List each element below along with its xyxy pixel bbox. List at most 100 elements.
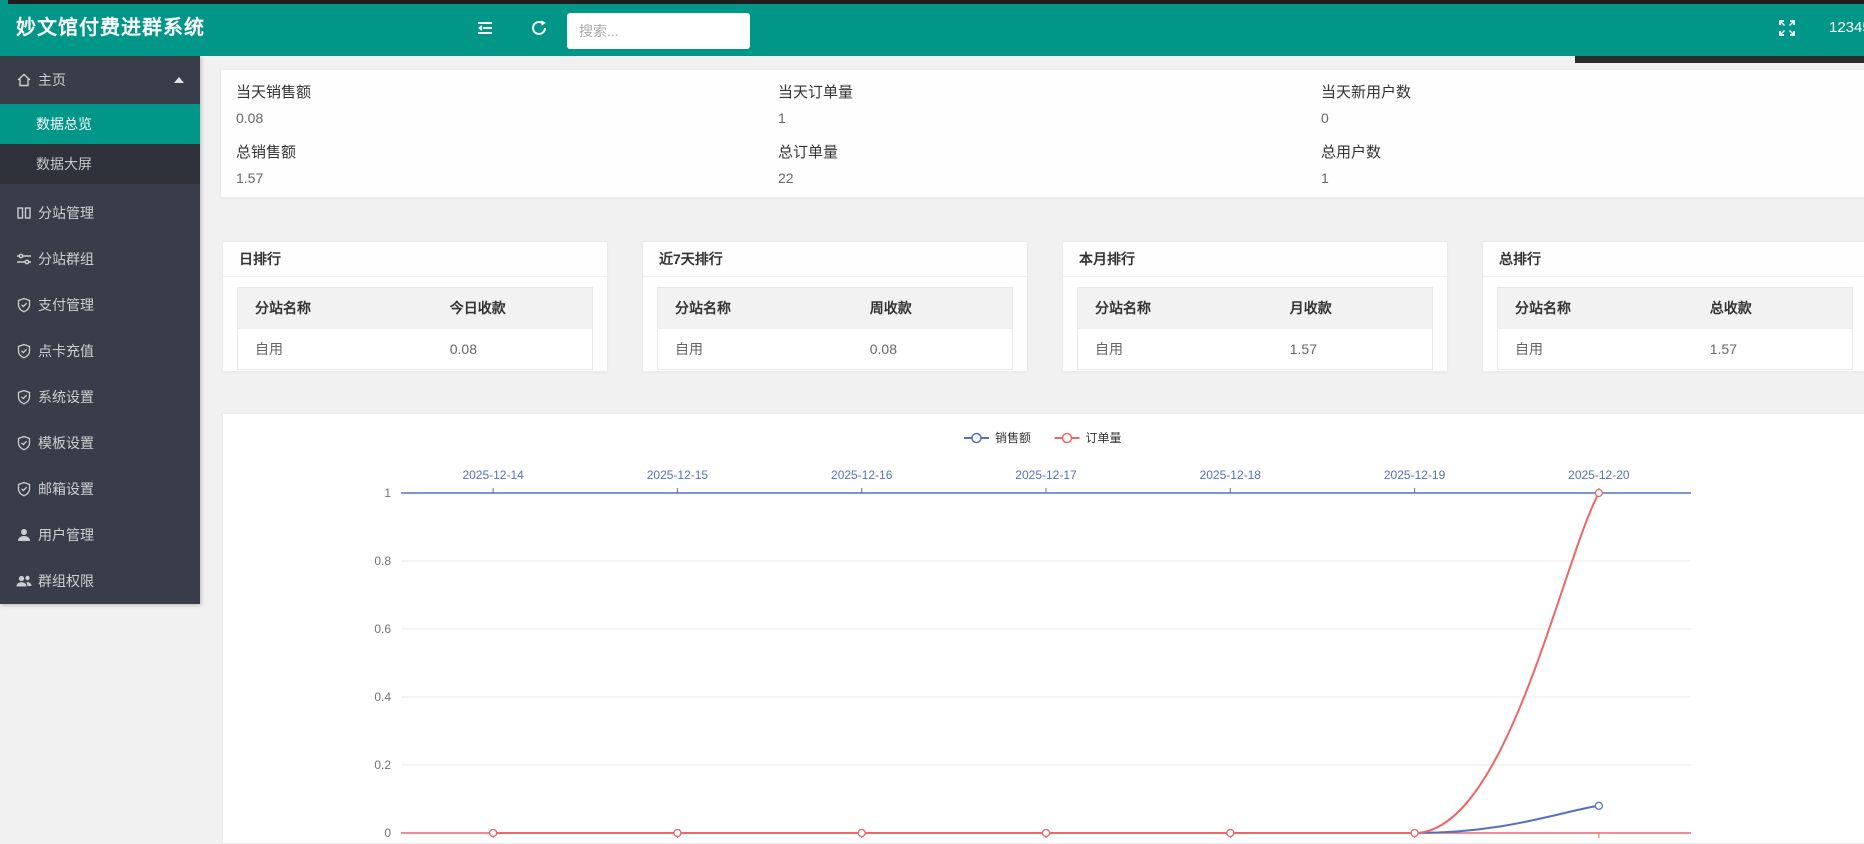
- col-header-site: 分站名称: [658, 288, 853, 329]
- home-icon: [16, 72, 32, 88]
- table-row: 自用 0.08: [658, 329, 1013, 370]
- sidebar-item-label: 主页: [38, 72, 66, 88]
- sidebar-item-card-recharge[interactable]: 点卡充值: [0, 328, 200, 374]
- sidebar-item-label: 群组权限: [38, 573, 94, 589]
- sidebar-item-substation-manage[interactable]: 分站管理: [0, 190, 200, 236]
- svg-text:2025-12-16: 2025-12-16: [831, 841, 893, 843]
- stat-value: 0.08: [236, 110, 716, 126]
- table-row: 自用 1.57: [1078, 329, 1433, 370]
- svg-text:2025-12-15: 2025-12-15: [647, 841, 709, 843]
- stat-total-sales: 总销售额 1.57: [236, 144, 716, 186]
- stat-label: 总订单量: [778, 144, 1258, 162]
- ranking-table: 分站名称 月收款 自用 1.57: [1077, 287, 1433, 370]
- app-title: 妙文馆付费进群系统: [16, 0, 205, 56]
- cell-amount: 0.08: [433, 329, 593, 370]
- sidebar-item-group-permissions[interactable]: 群组权限: [0, 558, 200, 604]
- chevron-up-icon: [174, 77, 184, 83]
- col-header-amount: 周收款: [853, 288, 1013, 329]
- svg-text:2025-12-17: 2025-12-17: [1015, 468, 1077, 482]
- svg-text:0: 0: [384, 826, 391, 840]
- fullscreen-icon[interactable]: [1774, 15, 1800, 41]
- col-header-amount: 今日收款: [433, 288, 593, 329]
- table-row: 自用 1.57: [1498, 329, 1853, 370]
- card-body: 分站名称 月收款 自用 1.57: [1063, 277, 1447, 380]
- columns-icon: [16, 205, 32, 221]
- stat-label: 总销售额: [236, 144, 716, 162]
- card-body: 分站名称 周收款 自用 0.08: [643, 277, 1027, 380]
- stat-today-sales: 当天销售额 0.08: [236, 84, 716, 126]
- weekly-ranking-card: 近7天排行 分站名称 周收款 自用 0.08: [642, 241, 1028, 372]
- window-edge-artifact-top: [8, 0, 1864, 4]
- card-body: 分站名称 总收款 自用 1.57: [1483, 277, 1864, 380]
- ranking-table: 分站名称 总收款 自用 1.57: [1497, 287, 1853, 370]
- svg-text:0.6: 0.6: [374, 622, 391, 636]
- users-icon: [16, 573, 32, 589]
- card-title: 日排行: [223, 242, 607, 277]
- svg-text:2025-12-16: 2025-12-16: [831, 468, 893, 482]
- svg-text:2025-12-15: 2025-12-15: [647, 468, 709, 482]
- sidebar-item-data-screen[interactable]: 数据大屏: [0, 144, 200, 184]
- stat-today-new-users: 当天新用户数 0: [1321, 84, 1801, 126]
- sidebar-item-payment-manage[interactable]: 支付管理: [0, 282, 200, 328]
- sidebar-item-user-manage[interactable]: 用户管理: [0, 512, 200, 558]
- col-header-site: 分站名称: [238, 288, 433, 329]
- cell-amount: 1.57: [1273, 329, 1433, 370]
- sales-orders-chart-card: 0 0.2 0.4 0.6 0.8 1 2025-12-14 2025-12-14 2025-1…: [222, 413, 1864, 844]
- sidebar-item-label: 用户管理: [38, 527, 94, 543]
- shield-check-icon: [16, 297, 32, 313]
- stat-value: 0: [1321, 110, 1801, 126]
- stat-total-users: 总用户数 1: [1321, 144, 1801, 186]
- sidebar-item-system-settings[interactable]: 系统设置: [0, 374, 200, 420]
- monthly-ranking-card: 本月排行 分站名称 月收款 自用 1.57: [1062, 241, 1448, 372]
- svg-text:2025-12-20: 2025-12-20: [1568, 468, 1630, 482]
- svg-text:2025-12-20: 2025-12-20: [1568, 841, 1630, 843]
- sidebar-item-home[interactable]: 主页: [0, 56, 200, 104]
- svg-text:0.2: 0.2: [374, 758, 391, 772]
- total-ranking-card: 总排行 分站名称 总收款 自用 1.57: [1482, 241, 1864, 372]
- svg-text:2025-12-14: 2025-12-14: [462, 468, 524, 482]
- sliders-icon: [16, 251, 32, 267]
- cell-amount: 0.08: [853, 329, 1013, 370]
- stat-value: 1.57: [236, 170, 716, 186]
- svg-text:1: 1: [384, 486, 391, 500]
- collapse-menu-icon[interactable]: [472, 15, 498, 41]
- shield-check-icon: [16, 389, 32, 405]
- card-title: 总排行: [1483, 242, 1864, 277]
- sidebar-item-label: 分站管理: [38, 205, 94, 221]
- sidebar-item-label: 数据总览: [36, 116, 92, 132]
- shield-check-icon: [16, 435, 32, 451]
- svg-text:2025-12-17: 2025-12-17: [1015, 841, 1077, 843]
- card-title: 本月排行: [1063, 242, 1447, 277]
- col-header-site: 分站名称: [1078, 288, 1273, 329]
- col-header-site: 分站名称: [1498, 288, 1693, 329]
- shield-check-icon: [16, 343, 32, 359]
- search-input[interactable]: [567, 13, 750, 49]
- username[interactable]: 12345: [1829, 0, 1864, 56]
- sidebar-item-label: 模板设置: [38, 435, 94, 451]
- svg-text:2025-12-19: 2025-12-19: [1384, 468, 1446, 482]
- sidebar-item-label: 分站群组: [38, 251, 94, 267]
- svg-text:0.4: 0.4: [374, 690, 391, 704]
- sidebar-item-substation-groups[interactable]: 分站群组: [0, 236, 200, 282]
- stat-label: 当天销售额: [236, 84, 716, 102]
- sidebar-item-mail-settings[interactable]: 邮箱设置: [0, 466, 200, 512]
- stat-total-orders: 总订单量 22: [778, 144, 1258, 186]
- svg-text:2025-12-14: 2025-12-14: [462, 841, 524, 843]
- svg-text:2025-12-18: 2025-12-18: [1200, 841, 1262, 843]
- col-header-amount: 月收款: [1273, 288, 1433, 329]
- sidebar-item-data-overview[interactable]: 数据总览: [0, 104, 200, 144]
- card-title: 近7天排行: [643, 242, 1027, 277]
- svg-text:2025-12-19: 2025-12-19: [1384, 841, 1446, 843]
- stat-label: 当天订单量: [778, 84, 1258, 102]
- svg-text:销售额: 销售额: [995, 430, 1031, 445]
- svg-text:0.8: 0.8: [374, 554, 391, 568]
- shield-check-icon: [16, 481, 32, 497]
- stat-value: 1: [778, 110, 1258, 126]
- sales-orders-line-chart: 0 0.2 0.4 0.6 0.8 1 2025-12-14 2025-12-14 2025-1…: [223, 414, 1864, 843]
- cell-site-name: 自用: [658, 329, 853, 370]
- refresh-icon[interactable]: [526, 15, 552, 41]
- col-header-amount: 总收款: [1693, 288, 1853, 329]
- sidebar-item-template-settings[interactable]: 模板设置: [0, 420, 200, 466]
- sidebar-item-label: 邮箱设置: [38, 481, 94, 497]
- sidebar-item-label: 数据大屏: [36, 156, 92, 172]
